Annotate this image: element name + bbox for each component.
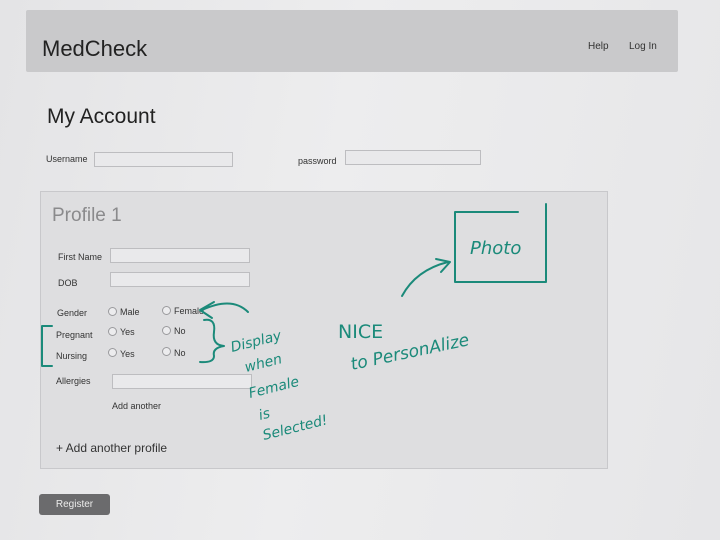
display-note-line-5: Selected!: [261, 412, 329, 444]
display-note-line-4: is: [257, 406, 272, 424]
display-note-line-3: Female: [247, 374, 301, 402]
photo-note: Photo: [470, 238, 521, 259]
nice-note: NICE: [338, 321, 383, 343]
left-bracket: [41, 325, 53, 367]
display-note-line-2: when: [243, 351, 284, 376]
photo-arrow: [401, 258, 451, 297]
display-brace: [199, 318, 225, 364]
female-arrow: [199, 301, 249, 319]
handwritten-annotations: Photo NICE to PersonAlize Display when F…: [41, 203, 547, 444]
